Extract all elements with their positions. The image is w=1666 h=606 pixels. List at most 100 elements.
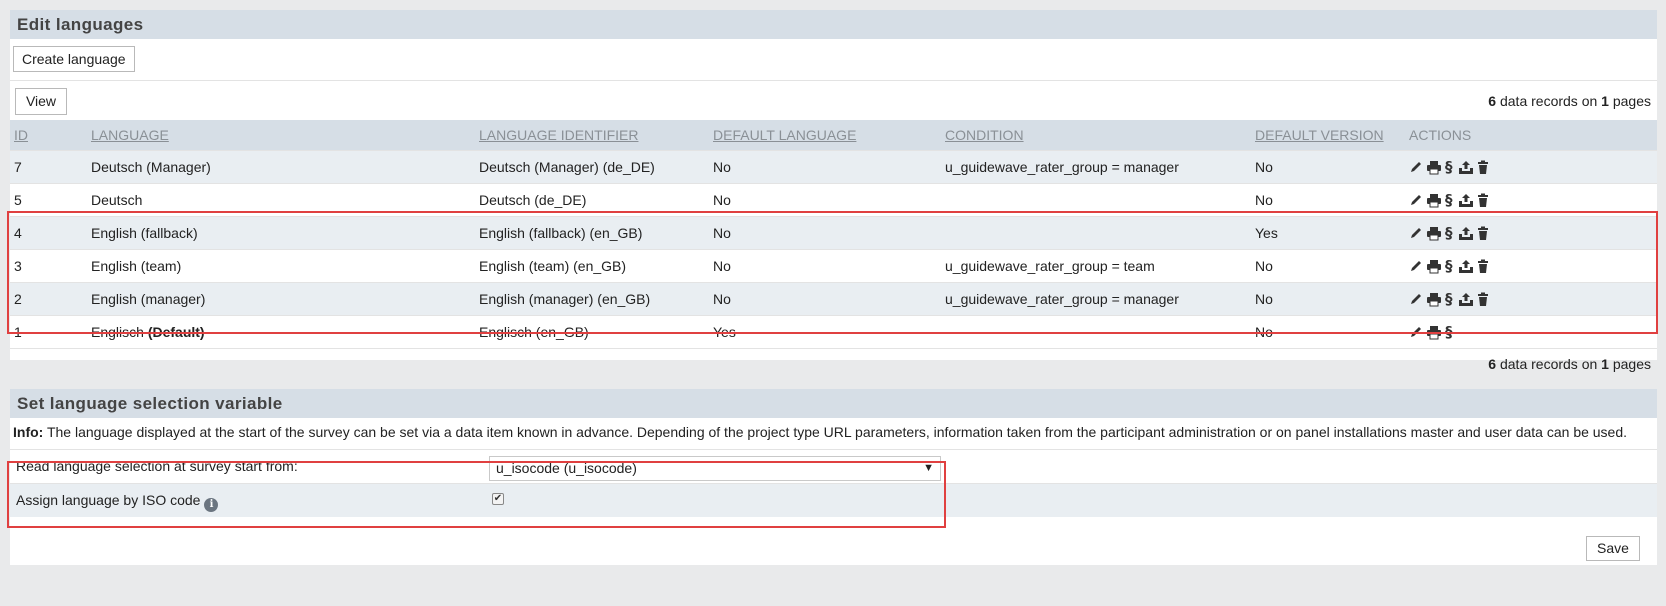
table-row: 1 Englisch (Default) Englisch (en_GB) Yes No… [10,314,1657,348]
read-language-label: Read language selection at survey start … [16,458,298,474]
cell-condition: u_guidewave_rater_group = team [941,248,1251,282]
cell-actions: § [1405,182,1657,216]
export-icon[interactable] [1458,193,1474,208]
language-name: Deutsch [91,191,143,208]
svg-text:§: § [1445,291,1453,307]
cell-default-language: No [709,248,941,282]
delete-icon[interactable] [1477,160,1489,175]
cell-default-language: No [709,215,941,249]
create-language-button[interactable]: Create language [13,46,135,72]
print-icon[interactable] [1426,259,1442,274]
language-name: English (manager) [91,290,206,307]
records-suffix: pages [1608,93,1651,109]
language-name: Deutsch (Manager) [91,158,211,175]
col-header-actions: ACTIONS [1405,120,1657,150]
print-icon[interactable] [1426,160,1442,175]
cell-actions: § [1405,314,1657,348]
save-button[interactable]: Save [1586,536,1640,561]
cell-default-version: No [1251,149,1405,183]
selection-variable-panel: Set language selection variable Info: Th… [10,389,1657,565]
cell-default-language: No [709,281,941,315]
info-body: The language displayed at the start of t… [43,424,1628,440]
edit-languages-panel: Edit languages Create language View 6 da… [10,10,1657,372]
print-icon[interactable] [1426,193,1442,208]
assign-iso-checkbox[interactable]: ✔ [492,493,504,505]
cell-language: Deutsch [87,182,475,216]
table-row: 5 Deutsch Deutsch (de_DE) No No § [10,182,1657,216]
cell-language-identifier: English (team) (en_GB) [475,248,709,282]
cell-language-identifier: English (manager) (en_GB) [475,281,709,315]
cell-language-identifier: Deutsch (de_DE) [475,182,709,216]
read-language-select[interactable]: u_isocode (u_isocode) ▼ [489,456,941,481]
delete-icon[interactable] [1477,226,1489,241]
create-bar: Create language [10,39,1657,80]
edit-icon[interactable] [1409,226,1423,240]
edit-icon[interactable] [1409,193,1423,207]
table-row: 2 English (manager) English (manager) (en_… [10,281,1657,315]
col-header-id[interactable]: ID [10,120,87,150]
info-icon[interactable]: i [204,498,219,512]
info-text: Info: The language displayed at the star… [10,418,1657,449]
cell-actions: § [1405,215,1657,249]
read-language-row: Read language selection at survey start … [10,449,1657,483]
print-icon[interactable] [1426,325,1442,340]
print-icon[interactable] [1426,292,1442,307]
col-header-language[interactable]: LANGUAGE [87,120,475,150]
edit-icon[interactable] [1409,160,1423,174]
language-name: English (team) [91,257,182,274]
cell-default-version: No [1251,182,1405,216]
export-icon[interactable] [1458,160,1474,175]
edit-icon[interactable] [1409,325,1423,339]
cell-default-language: No [709,182,941,216]
cell-condition: u_guidewave_rater_group = manager [941,149,1251,183]
cell-condition: u_guidewave_rater_group = manager [941,281,1251,315]
cell-id: 7 [10,149,87,183]
edit-icon[interactable] [1409,292,1423,306]
view-button[interactable]: View [15,88,67,115]
cell-id: 3 [10,248,87,282]
export-icon[interactable] [1458,292,1474,307]
col-header-language-identifier[interactable]: LANGUAGE IDENTIFIER [475,120,709,150]
records-pages: 1 [1601,93,1609,109]
cell-default-version: Yes [1251,215,1405,249]
svg-text:§: § [1445,258,1453,274]
paragraph-icon[interactable]: § [1445,192,1455,208]
cell-default-version: No [1251,281,1405,315]
edit-icon[interactable] [1409,259,1423,273]
paragraph-icon[interactable]: § [1445,291,1455,307]
col-header-default-version[interactable]: DEFAULT VERSION [1251,120,1405,150]
language-name: English (fallback) [91,224,198,241]
cell-language-identifier: Deutsch (Manager) (de_DE) [475,149,709,183]
cell-condition [941,182,1251,216]
print-icon[interactable] [1426,226,1442,241]
cell-id: 5 [10,182,87,216]
paragraph-icon[interactable]: § [1445,225,1455,241]
delete-icon[interactable] [1477,292,1489,307]
cell-actions: § [1405,149,1657,183]
table-body: 7 Deutsch (Manager) Deutsch (Manager) (de_… [10,149,1657,348]
cell-actions: § [1405,248,1657,282]
paragraph-icon[interactable]: § [1445,324,1455,340]
cell-condition [941,215,1251,249]
selection-variable-title: Set language selection variable [10,389,1657,418]
cell-language: English (team) [87,248,475,282]
cell-language: English (fallback) [87,215,475,249]
view-bar: View 6 data records on 1 pages [10,80,1657,120]
export-icon[interactable] [1458,259,1474,274]
language-name: Englisch [91,323,148,340]
cell-language-identifier: Englisch (en_GB) [475,314,709,348]
records-info-top: 6 data records on 1 pages [1488,81,1657,121]
records-count: 6 [1488,356,1497,372]
cell-id: 2 [10,281,87,315]
delete-icon[interactable] [1477,259,1489,274]
export-icon[interactable] [1458,226,1474,241]
save-bar: Save [1586,536,1640,561]
edit-languages-title: Edit languages [10,10,1657,39]
paragraph-icon[interactable]: § [1445,159,1455,175]
info-label: Info: [13,424,44,440]
cell-condition [941,314,1251,348]
delete-icon[interactable] [1477,193,1489,208]
col-header-default-language[interactable]: DEFAULT LANGUAGE [709,120,941,150]
col-header-condition[interactable]: CONDITION [941,120,1251,150]
paragraph-icon[interactable]: § [1445,258,1455,274]
